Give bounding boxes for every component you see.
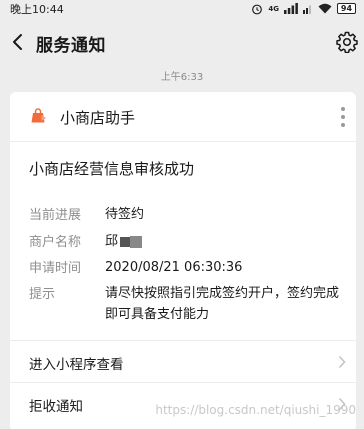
field-value-merchant: 邱 [105, 234, 119, 249]
status-time: 晚上10:44 [10, 3, 64, 16]
field-value-apply-time: 2020/08/21 06:30:36 [105, 260, 243, 275]
status-icons: 4G 94 [251, 2, 356, 15]
action-label: 拒收通知 [29, 399, 83, 415]
signal-icon [284, 3, 298, 14]
card-header[interactable]: 小商店助手 [10, 92, 356, 142]
status-bar: 晚上10:44 4G 94 [0, 0, 364, 18]
gear-icon[interactable] [336, 31, 358, 53]
alarm-icon [252, 4, 263, 14]
field-label-apply-time: 申请时间 [29, 261, 82, 276]
chevron-right-icon [338, 355, 346, 369]
network-label: 4G [268, 4, 279, 13]
battery-icon: 94 [337, 3, 356, 14]
back-arrow-icon[interactable] [8, 32, 28, 52]
field-label-progress: 当前进展 [29, 208, 82, 223]
field-value-hint: 请尽快按照指引完成签约开户，签约完成即可具备支付能力 [105, 286, 340, 322]
redaction-block [120, 236, 131, 247]
message-timestamp: 上午6:33 [160, 72, 204, 83]
wifi-icon [318, 3, 332, 14]
notice-title: 小商店经营信息审核成功 [29, 160, 195, 178]
more-vertical-icon[interactable] [340, 106, 346, 128]
page-title: 服务通知 [36, 36, 106, 56]
field-value-progress: 待签约 [105, 207, 145, 222]
watermark: https://blog.csdn.net/qiushi_1990 [155, 403, 356, 417]
shop-bag-icon [31, 108, 46, 123]
redaction-block [130, 235, 143, 248]
field-label-hint: 提示 [29, 287, 56, 302]
open-miniprogram-button[interactable]: 进入小程序查看 [10, 340, 356, 382]
field-value-merchant-wrap: 邱 [105, 231, 143, 252]
nav-bar: 服务通知 [0, 20, 364, 64]
action-label: 进入小程序查看 [29, 357, 124, 373]
notification-card: 小商店助手 小商店经营信息审核成功 当前进展 待签约 商户名称 邱 申请时间 2… [10, 92, 356, 429]
signal-icon-2 [303, 5, 311, 14]
app-name: 小商店助手 [60, 109, 136, 127]
field-label-merchant: 商户名称 [29, 235, 82, 250]
